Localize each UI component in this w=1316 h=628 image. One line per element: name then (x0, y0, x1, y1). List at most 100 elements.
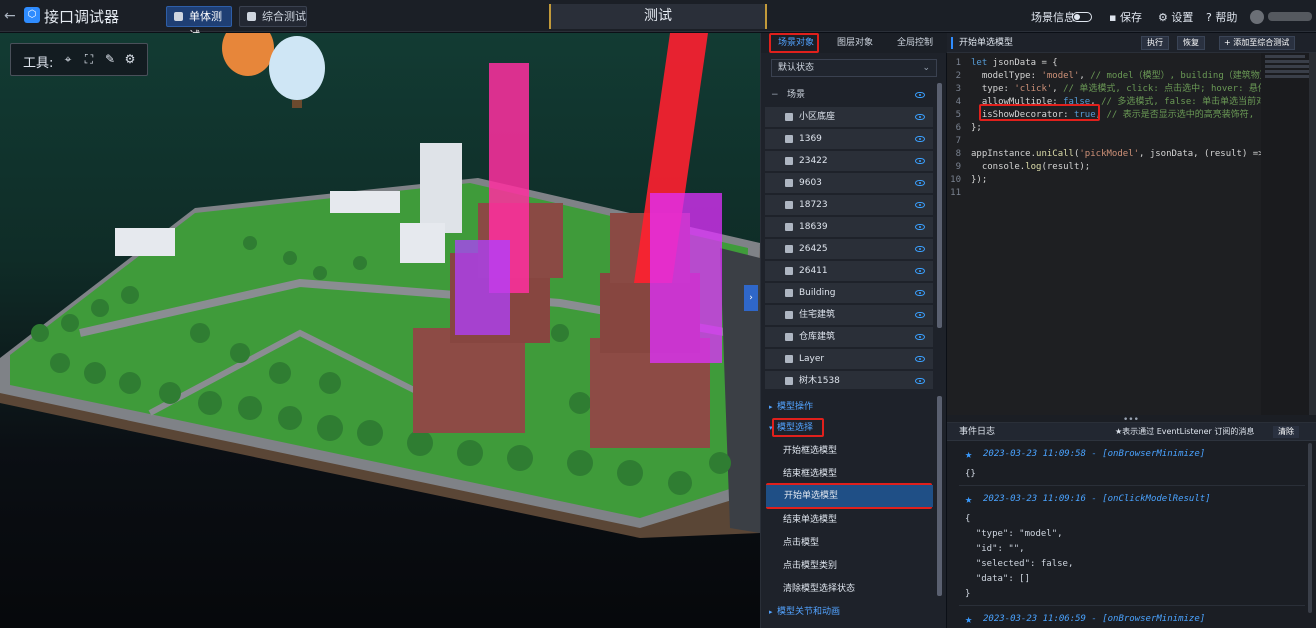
model-select-item[interactable]: 点击模型 (765, 532, 935, 554)
log-body-line: } (965, 589, 971, 599)
user-name-blurred (1268, 12, 1312, 21)
api-list-scrollbar[interactable] (937, 396, 942, 596)
tree-item-label: 18723 (799, 200, 828, 210)
eye-icon[interactable] (915, 136, 925, 142)
code-scrollbar[interactable] (1309, 53, 1316, 415)
tree-item[interactable]: Layer (765, 349, 933, 369)
code-text: modelType: 'model', // model（模型）, buildi… (971, 71, 1261, 81)
event-log-header: 事件日志 ★表示通过 EventListener 订阅的消息 清除 (947, 423, 1316, 441)
tree-item[interactable]: 23422 (765, 151, 933, 171)
model-select-item[interactable]: 开始单选模型 (766, 485, 933, 507)
3d-scene-viewport[interactable]: 工具: ⌖ ⛶ ✎ ⚙ › (0, 33, 760, 628)
settings-button[interactable]: ⚙ 设置 (1158, 9, 1193, 25)
add-combined-label: 添加至综合测试 (1233, 38, 1290, 47)
help-button[interactable]: ? 帮助 (1206, 9, 1237, 25)
event-log: 事件日志 ★表示通过 EventListener 订阅的消息 清除 ★ 2023-… (947, 422, 1316, 628)
code-header: 开始单选模型 执行 恢复 + 添加至综合测试 (947, 33, 1316, 53)
model-select-item[interactable]: 清除模型选择状态 (765, 578, 935, 600)
eye-icon[interactable] (915, 268, 925, 274)
tree-item[interactable]: 18723 (765, 195, 933, 215)
tree-root-scene[interactable]: − 场景 (765, 85, 937, 105)
code-line[interactable]: 3 type: 'click', // 单选模式, click: 点击选中; h… (947, 83, 1261, 96)
gear-icon[interactable]: ⚙ (123, 52, 137, 66)
save-button[interactable]: ▪ 保存 (1109, 9, 1142, 25)
tab-global-control[interactable]: 全局控制 (897, 33, 933, 53)
code-line[interactable]: 11 (947, 187, 1261, 200)
highlight-box-tab (769, 33, 819, 53)
cube-icon (785, 245, 793, 253)
tree-item[interactable]: 小区底座 (765, 107, 933, 127)
code-line[interactable]: 6}; (947, 122, 1261, 135)
eye-icon[interactable] (915, 114, 925, 120)
avatar[interactable] (1250, 10, 1264, 24)
combined-test-tab[interactable]: 综合测试 (239, 6, 307, 27)
side-collapse-handle[interactable]: › (744, 285, 758, 311)
eye-icon[interactable] (915, 224, 925, 230)
model-select-item[interactable]: 点击模型类别 (765, 555, 935, 577)
back-arrow-icon[interactable]: ← (4, 7, 20, 25)
model-select-item[interactable]: 结束框选模型 (765, 463, 935, 485)
tree-item[interactable]: Building (765, 283, 933, 303)
tree-item[interactable]: 树木1538 (765, 371, 933, 389)
tree-item-label: Layer (799, 354, 825, 364)
run-button[interactable]: 执行 (1141, 36, 1169, 50)
city-scene-graphic (0, 33, 760, 538)
code-line[interactable]: 1 let jsonData = { (947, 57, 1261, 70)
eye-icon[interactable] (915, 158, 925, 164)
single-test-tab[interactable]: 单体测试 (166, 6, 232, 42)
log-separator (959, 605, 1305, 606)
help-icon: ? (1206, 11, 1212, 24)
eye-icon[interactable] (915, 290, 925, 296)
tree-item[interactable]: 住宅建筑 (765, 305, 933, 325)
eye-icon[interactable] (915, 246, 925, 252)
header-accent (951, 37, 953, 49)
section-model-operations[interactable]: ▸ 模型操作 (765, 397, 935, 417)
log-body-line: "id": "", (965, 544, 1025, 554)
tool-bar: 工具: ⌖ ⛶ ✎ ⚙ (10, 43, 148, 76)
scene-info-toggle[interactable] (1072, 12, 1092, 22)
cube-icon (785, 333, 793, 341)
code-line[interactable]: 9 console.log(result); (947, 161, 1261, 174)
combined-test-label: 综合测试 (262, 10, 306, 23)
log-scrollbar[interactable] (1308, 443, 1312, 613)
code-minimap[interactable] (1261, 53, 1316, 415)
eye-icon[interactable] (915, 312, 925, 318)
pencil-icon[interactable]: ✎ (103, 52, 117, 66)
code-line[interactable]: 10}); (947, 174, 1261, 187)
cube-icon (785, 135, 793, 143)
settings-label: 设置 (1171, 11, 1194, 24)
line-number: 11 (950, 188, 961, 198)
state-select[interactable]: 默认状态 ⌄ (771, 59, 937, 77)
model-select-item[interactable]: 结束单选模型 (765, 509, 935, 531)
event-log-title: 事件日志 (959, 427, 996, 437)
minimap-line (1265, 75, 1311, 78)
code-line[interactable]: 2 modelType: 'model', // model（模型）, buil… (947, 70, 1261, 83)
tree-item[interactable]: 18639 (765, 217, 933, 237)
eye-icon[interactable] (915, 92, 925, 98)
event-log-body[interactable]: ★ 2023-03-23 11:09:58 - [onBrowserMinimiz… (947, 442, 1307, 628)
tree-scrollbar[interactable] (937, 83, 942, 328)
section-model-joints[interactable]: ▸ 模型关节和动画 (765, 602, 935, 622)
locate-icon[interactable]: ⌖ (61, 52, 75, 66)
eye-icon[interactable] (915, 180, 925, 186)
restore-button[interactable]: 恢复 (1177, 36, 1205, 50)
model-select-item[interactable]: 开始框选模型 (765, 440, 935, 462)
tree-item[interactable]: 仓库建筑 (765, 327, 933, 347)
tree-item[interactable]: 26425 (765, 239, 933, 259)
gear-icon: ⚙ (1158, 11, 1168, 24)
eye-icon[interactable] (915, 334, 925, 340)
eye-icon[interactable] (915, 378, 925, 384)
frame-select-icon[interactable]: ⛶ (82, 52, 96, 66)
tree-item[interactable]: 9603 (765, 173, 933, 193)
code-line[interactable]: 8 appInstance.uniCall('pickModel', jsonDa… (947, 148, 1261, 161)
code-line[interactable]: 7 (947, 135, 1261, 148)
eye-icon[interactable] (915, 202, 925, 208)
tree-item-label: 树木1538 (799, 376, 840, 386)
tab-layer-objects[interactable]: 图层对象 (837, 33, 873, 53)
tree-item[interactable]: 26411 (765, 261, 933, 281)
tree-item[interactable]: 1369 (765, 129, 933, 149)
clear-log-button[interactable]: 清除 (1273, 426, 1299, 438)
add-combined-button[interactable]: + 添加至综合测试 (1219, 36, 1296, 50)
eye-icon[interactable] (915, 356, 925, 362)
tree-item-label: 26425 (799, 244, 828, 254)
